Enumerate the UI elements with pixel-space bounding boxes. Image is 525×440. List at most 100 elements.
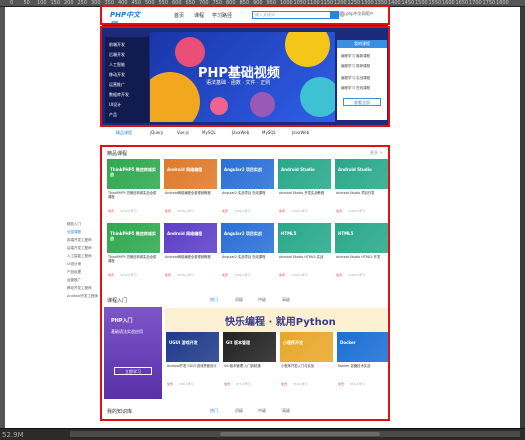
course-price: 免费 bbox=[222, 209, 229, 213]
category-item[interactable]: 人工智能 bbox=[109, 62, 125, 68]
nav-paths[interactable]: 学习路径 bbox=[212, 12, 232, 19]
avatar[interactable] bbox=[339, 11, 345, 17]
category-item[interactable]: 运营推广 bbox=[109, 82, 125, 88]
course-card[interactable]: Android 网络编程 Android网络编程全套视频教程 免费 1876人学习 bbox=[164, 223, 217, 283]
php-card-button[interactable]: 立即学习 bbox=[114, 367, 152, 375]
course-thumbnail[interactable]: ThinkPHP5 微信商城实战 bbox=[107, 159, 160, 189]
tag-item[interactable]: 精品课程 bbox=[116, 130, 132, 136]
section-tab[interactable]: 热门 bbox=[210, 408, 218, 414]
course-thumbnail[interactable]: Android Studio bbox=[278, 159, 331, 189]
course-title[interactable]: Android Studio HTML5 实战 bbox=[279, 255, 330, 259]
search-input[interactable]: 输入关键词 bbox=[252, 11, 332, 19]
course-title[interactable]: Android网络编程全套视频教程 bbox=[165, 191, 216, 195]
course-thumbnail[interactable]: HTML5 bbox=[278, 223, 331, 253]
course-card[interactable]: 小程序开发 小程序开发入门与实战 免费 760人学习 bbox=[280, 332, 333, 392]
left-nav-item[interactable]: 运营推广 bbox=[67, 278, 81, 283]
left-nav-item[interactable]: 人工智能工程师 bbox=[67, 254, 92, 259]
course-title[interactable]: Angular2 实战项目 在线课程 bbox=[222, 255, 273, 259]
section-tab[interactable]: 初级 bbox=[235, 408, 243, 414]
tag-item[interactable]: jQuery bbox=[150, 130, 163, 135]
course-card[interactable]: HTML5 Android Studio HTML5 开发 免费 1203人学习 bbox=[335, 223, 388, 283]
course-card[interactable]: ThinkPHP5 微信商城实战 ThinkPHP5 仿微信商城实战全套课程 免费 2… bbox=[107, 223, 160, 283]
category-menu: 前端开发 后端开发 人工智能 移动开发 运营推广 数据库开发 UI设计 产品 bbox=[105, 37, 149, 123]
nav-courses[interactable]: 课程 bbox=[194, 12, 204, 19]
left-nav-item[interactable]: Android开发工程师 bbox=[67, 294, 98, 299]
category-item[interactable]: 产品 bbox=[109, 112, 117, 118]
panel-link[interactable]: 编程学习 推荐课程 bbox=[341, 64, 370, 69]
section-tab[interactable]: 热门 bbox=[210, 297, 218, 303]
nav-home[interactable]: 首页 bbox=[174, 12, 184, 19]
category-item[interactable]: 数据库开发 bbox=[109, 92, 129, 98]
course-card[interactable]: Android Studio Android Studio 项目开发 免费 1203人… bbox=[335, 159, 388, 219]
tag-item[interactable]: JavaWeb bbox=[292, 130, 309, 135]
left-nav-item[interactable]: 精品入门 bbox=[67, 222, 81, 227]
course-card[interactable]: Docker Docker 容器技术实战 免费 650人学习 bbox=[337, 332, 390, 392]
course-thumbnail[interactable]: 小程序开发 bbox=[280, 332, 333, 362]
course-thumbnail[interactable]: UGUI 游戏开发 bbox=[166, 332, 219, 362]
category-item[interactable]: 移动开发 bbox=[109, 72, 125, 78]
course-card[interactable]: UGUI 游戏开发 Android开发 UGUI 游戏界面设计 免费 980人学习 bbox=[166, 332, 219, 392]
horizontal-scrollbar[interactable] bbox=[70, 431, 520, 437]
course-thumbnail[interactable]: Android 网络编程 bbox=[164, 223, 217, 253]
tag-item[interactable]: MySQL bbox=[202, 130, 216, 135]
section-tab[interactable]: 中级 bbox=[258, 408, 266, 414]
scrollbar-thumb[interactable] bbox=[220, 432, 380, 436]
panel-link[interactable]: 编程学习 最新课程 bbox=[341, 54, 370, 59]
course-card[interactable]: Git 版本管理 Git 版本管理 入门到精通 免费 870人学习 bbox=[223, 332, 276, 392]
course-thumbnail[interactable]: Android 网络编程 bbox=[164, 159, 217, 189]
course-card[interactable]: Angular2 项目实战 Angular2 实战项目 在线课程 免费 1560人学习 bbox=[221, 223, 274, 283]
course-title[interactable]: ThinkPHP5 仿微信商城实战全套课程 bbox=[108, 191, 159, 199]
section-tab[interactable]: 高级 bbox=[282, 297, 290, 303]
php-intro-card[interactable]: PHP入门 基础语法实战应用 立即学习 bbox=[104, 307, 162, 399]
panel-link[interactable]: 编程学习 在线课程 bbox=[341, 86, 370, 91]
category-item[interactable]: UI设计 bbox=[109, 102, 121, 108]
course-thumbnail[interactable]: Git 版本管理 bbox=[223, 332, 276, 362]
category-item[interactable]: 前端开发 bbox=[109, 42, 125, 48]
left-nav-item[interactable]: 后端开发工程师 bbox=[67, 246, 92, 251]
section-tab[interactable]: 高级 bbox=[282, 408, 290, 414]
course-title[interactable]: Android网络编程全套视频教程 bbox=[165, 255, 216, 259]
python-banner[interactable]: 快乐编程 · 就用Python bbox=[165, 308, 387, 332]
course-card[interactable]: Angular2 项目实战 Angular2 实战项目 在线课程 免费 1560人学习 bbox=[221, 159, 274, 219]
course-card[interactable]: Android Studio Android Studio 开发实战教程 免费 134… bbox=[278, 159, 331, 219]
course-card[interactable]: HTML5 Android Studio HTML5 实战 免费 1342人学习 bbox=[278, 223, 331, 283]
course-thumbnail[interactable]: HTML5 bbox=[335, 223, 388, 253]
course-thumbnail[interactable]: Angular2 项目实战 bbox=[221, 223, 274, 253]
panel-link[interactable]: 编程学习 实战课程 bbox=[341, 76, 370, 81]
course-thumbnail[interactable]: Docker bbox=[337, 332, 390, 362]
more-link[interactable]: 更多 > bbox=[370, 150, 383, 156]
site-logo[interactable]: PHP中文网 bbox=[110, 10, 146, 29]
course-title[interactable]: Docker 容器技术实战 bbox=[338, 364, 389, 368]
course-title[interactable]: Android Studio 项目开发 bbox=[336, 191, 387, 195]
left-nav-item[interactable]: UI设计师 bbox=[67, 262, 81, 267]
course-title[interactable]: Android Studio 开发实战教程 bbox=[279, 191, 330, 195]
course-title[interactable]: Android开发 UGUI 游戏界面设计 bbox=[167, 364, 218, 368]
search-icon[interactable] bbox=[330, 11, 339, 19]
left-nav-item[interactable]: 产品经理 bbox=[67, 270, 81, 275]
left-nav-item[interactable]: 前端开发工程师 bbox=[67, 238, 92, 243]
course-thumbnail[interactable]: ThinkPHP5 微信商城实战 bbox=[107, 223, 160, 253]
course-title[interactable]: Angular2 实战项目 在线课程 bbox=[222, 191, 273, 195]
course-views: 2145人学习 bbox=[120, 209, 137, 213]
tag-item[interactable]: MySQL bbox=[262, 130, 276, 135]
tag-item[interactable]: JavaWeb bbox=[232, 130, 249, 135]
course-card[interactable]: Android 网络编程 Android网络编程全套视频教程 免费 1876人学习 bbox=[164, 159, 217, 219]
course-title[interactable]: ThinkPHP5 仿微信商城实战全套课程 bbox=[108, 255, 159, 263]
course-title[interactable]: Git 版本管理 入门到精通 bbox=[224, 364, 275, 368]
user-name[interactable]: php中文网用户 bbox=[346, 11, 374, 17]
view-all-button[interactable]: 查看全部 bbox=[343, 98, 381, 106]
carousel-dots[interactable] bbox=[228, 114, 258, 122]
course-thumbnail[interactable]: Android Studio bbox=[335, 159, 388, 189]
tag-item[interactable]: Vue.js bbox=[177, 130, 189, 135]
course-title[interactable]: 小程序开发入门与实战 bbox=[281, 364, 332, 368]
section-title: 课程入门 bbox=[107, 298, 128, 304]
left-nav-item[interactable]: 移动开发工程师 bbox=[67, 286, 92, 291]
category-item[interactable]: 后端开发 bbox=[109, 52, 125, 58]
course-thumbnail[interactable]: Angular2 项目实战 bbox=[221, 159, 274, 189]
left-nav-item[interactable]: 全部课程 bbox=[67, 230, 81, 235]
section-tab[interactable]: 初级 bbox=[235, 297, 243, 303]
hero-banner[interactable]: PHP基础视频 语法基础 · 函数 · 文件 · 正则 bbox=[150, 32, 335, 122]
section-tab[interactable]: 中级 bbox=[258, 297, 266, 303]
course-card[interactable]: ThinkPHP5 微信商城实战 ThinkPHP5 仿微信商城实战全套课程 免费 2… bbox=[107, 159, 160, 219]
course-title[interactable]: Android Studio HTML5 开发 bbox=[336, 255, 387, 259]
